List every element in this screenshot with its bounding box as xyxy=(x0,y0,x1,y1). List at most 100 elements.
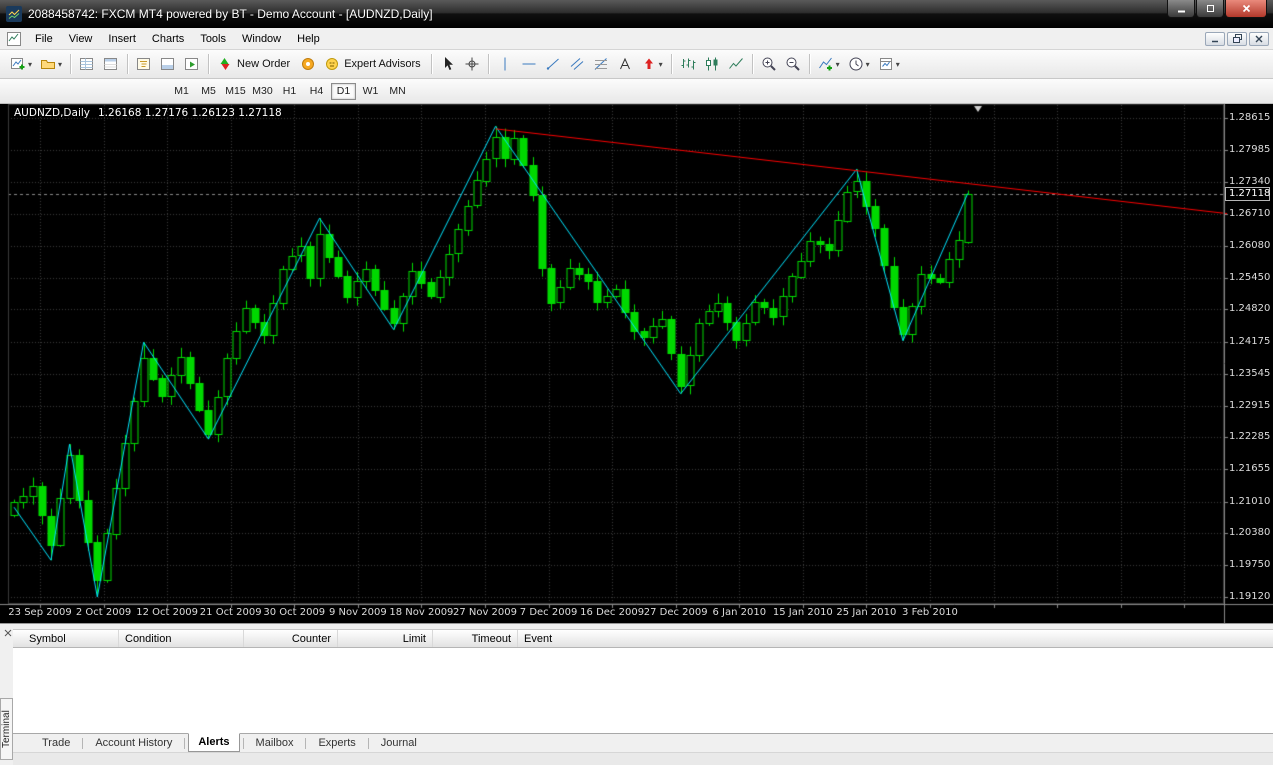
fibonacci-icon xyxy=(593,56,609,72)
menu-window[interactable]: Window xyxy=(234,30,289,48)
line-chart-button[interactable] xyxy=(724,53,748,75)
timeframe-m15[interactable]: M15 xyxy=(223,83,248,100)
candlesticks-icon xyxy=(704,56,720,72)
menu-insert[interactable]: Insert xyxy=(100,30,144,48)
zoom-out-icon xyxy=(785,56,801,72)
bars-button[interactable] xyxy=(676,53,700,75)
tab-trade[interactable]: Trade xyxy=(33,735,79,752)
menu-tools[interactable]: Tools xyxy=(192,30,234,48)
chevron-down-icon[interactable]: ▾ xyxy=(659,60,663,69)
crosshair-button[interactable] xyxy=(460,53,484,75)
chevron-down-icon[interactable]: ▾ xyxy=(28,60,32,69)
price-axis-label: 1.19750 xyxy=(1229,559,1270,571)
zoom-in-button[interactable] xyxy=(757,53,781,75)
toolbar-separator xyxy=(671,54,672,74)
toolbar-group xyxy=(436,53,484,75)
arrows-icon xyxy=(641,56,657,72)
alerts-table-body[interactable] xyxy=(13,648,1273,733)
navigator-button[interactable] xyxy=(132,53,156,75)
candlesticks-button[interactable] xyxy=(700,53,724,75)
date-axis-label: 6 Jan 2010 xyxy=(712,607,766,618)
arrows-button[interactable]: ▾ xyxy=(637,53,667,75)
market-watch-button[interactable] xyxy=(75,53,99,75)
timeframe-d1[interactable]: D1 xyxy=(331,83,356,100)
navigator-icon xyxy=(136,56,152,72)
chart-area: AUDNZD,Daily 1.26168 1.27176 1.26123 1.2… xyxy=(0,104,1273,623)
ohlc-values: 1.26168 1.27176 1.26123 1.27118 xyxy=(98,107,282,119)
indicators-button[interactable]: ▾ xyxy=(814,53,844,75)
mdi-restore-button[interactable] xyxy=(1227,32,1247,46)
timeframe-h1[interactable]: H1 xyxy=(277,83,302,100)
text-button[interactable] xyxy=(613,53,637,75)
menu-view[interactable]: View xyxy=(61,30,101,48)
chevron-down-icon[interactable]: ▾ xyxy=(58,60,62,69)
date-axis-label: 15 Jan 2010 xyxy=(773,607,833,618)
mdi-close-button[interactable] xyxy=(1249,32,1269,46)
timeframe-h4[interactable]: H4 xyxy=(304,83,329,100)
menu-help[interactable]: Help xyxy=(289,30,328,48)
date-axis-label: 27 Dec 2009 xyxy=(644,607,708,618)
terminal-close-button[interactable] xyxy=(3,628,13,638)
terminal-vertical-tab[interactable]: Terminal xyxy=(0,698,13,760)
fibonacci-button[interactable] xyxy=(589,53,613,75)
menu-bar: FileViewInsertChartsToolsWindowHelp xyxy=(0,28,1273,50)
price-axis-label: 1.22915 xyxy=(1229,400,1270,412)
column-header-symbol: Symbol xyxy=(13,630,119,647)
terminal-button[interactable] xyxy=(156,53,180,75)
toolbar-group xyxy=(75,53,123,75)
chevron-down-icon[interactable]: ▾ xyxy=(896,60,900,69)
close-button[interactable] xyxy=(1225,0,1267,18)
price-axis-label: 1.28615 xyxy=(1229,112,1270,124)
date-axis-label: 9 Nov 2009 xyxy=(329,607,387,618)
chevron-down-icon[interactable]: ▾ xyxy=(866,60,870,69)
channel-button[interactable] xyxy=(565,53,589,75)
new-order-button[interactable]: New Order xyxy=(213,53,296,75)
minimize-button[interactable] xyxy=(1167,0,1195,18)
strategy-tester-button[interactable] xyxy=(180,53,204,75)
mdi-minimize-button[interactable] xyxy=(1205,32,1225,46)
toolbar-group xyxy=(757,53,805,75)
new-chart-button[interactable]: ▾ xyxy=(6,53,36,75)
market-watch-icon xyxy=(79,56,95,72)
expert-advisors-button[interactable]: Expert Advisors xyxy=(320,53,426,75)
price-axis-label: 1.24820 xyxy=(1229,303,1270,315)
date-axis-label: 30 Oct 2009 xyxy=(263,607,325,618)
chart-canvas[interactable] xyxy=(0,104,1273,623)
maximize-button[interactable] xyxy=(1196,0,1224,18)
application-window: 2088458742: FXCM MT4 powered by BT - Dem… xyxy=(0,0,1273,765)
price-axis-label: 1.26080 xyxy=(1229,240,1270,252)
toolbar-group: New Order Expert Advisors xyxy=(213,53,427,75)
profiles-button[interactable]: ▾ xyxy=(36,53,66,75)
tab-account-history[interactable]: Account History xyxy=(86,735,181,752)
date-axis-label: 21 Oct 2009 xyxy=(200,607,262,618)
crosshair-icon xyxy=(464,56,480,72)
tab-alerts[interactable]: Alerts xyxy=(188,733,239,752)
chevron-down-icon[interactable]: ▾ xyxy=(836,60,840,69)
tab-mailbox[interactable]: Mailbox xyxy=(247,735,303,752)
expert-advisors-icon xyxy=(324,56,340,72)
timeframe-toolbar: M1M5M15M30H1H4D1W1MN xyxy=(0,79,1273,104)
templates-button[interactable]: ▾ xyxy=(874,53,904,75)
title-bar[interactable]: 2088458742: FXCM MT4 powered by BT - Dem… xyxy=(0,0,1273,28)
symbol-period-label: AUDNZD,Daily xyxy=(14,107,90,119)
new-order-icon xyxy=(217,56,233,72)
timeframe-m1[interactable]: M1 xyxy=(169,83,194,100)
cursor-button[interactable] xyxy=(436,53,460,75)
metaeditor-button[interactable] xyxy=(296,53,320,75)
trendline-button[interactable] xyxy=(541,53,565,75)
menu-charts[interactable]: Charts xyxy=(144,30,192,48)
vertical-line-button[interactable] xyxy=(493,53,517,75)
tab-experts[interactable]: Experts xyxy=(309,735,364,752)
timeframe-m30[interactable]: M30 xyxy=(250,83,275,100)
tab-journal[interactable]: Journal xyxy=(372,735,426,752)
timeframe-mn[interactable]: MN xyxy=(385,83,410,100)
zoom-out-button[interactable] xyxy=(781,53,805,75)
timeframe-m5[interactable]: M5 xyxy=(196,83,221,100)
horizontal-line-button[interactable] xyxy=(517,53,541,75)
timeframe-w1[interactable]: W1 xyxy=(358,83,383,100)
vertical-line-icon xyxy=(497,56,513,72)
date-axis-label: 16 Dec 2009 xyxy=(580,607,644,618)
periods-button[interactable]: ▾ xyxy=(844,53,874,75)
data-window-button[interactable] xyxy=(99,53,123,75)
menu-file[interactable]: File xyxy=(27,30,61,48)
